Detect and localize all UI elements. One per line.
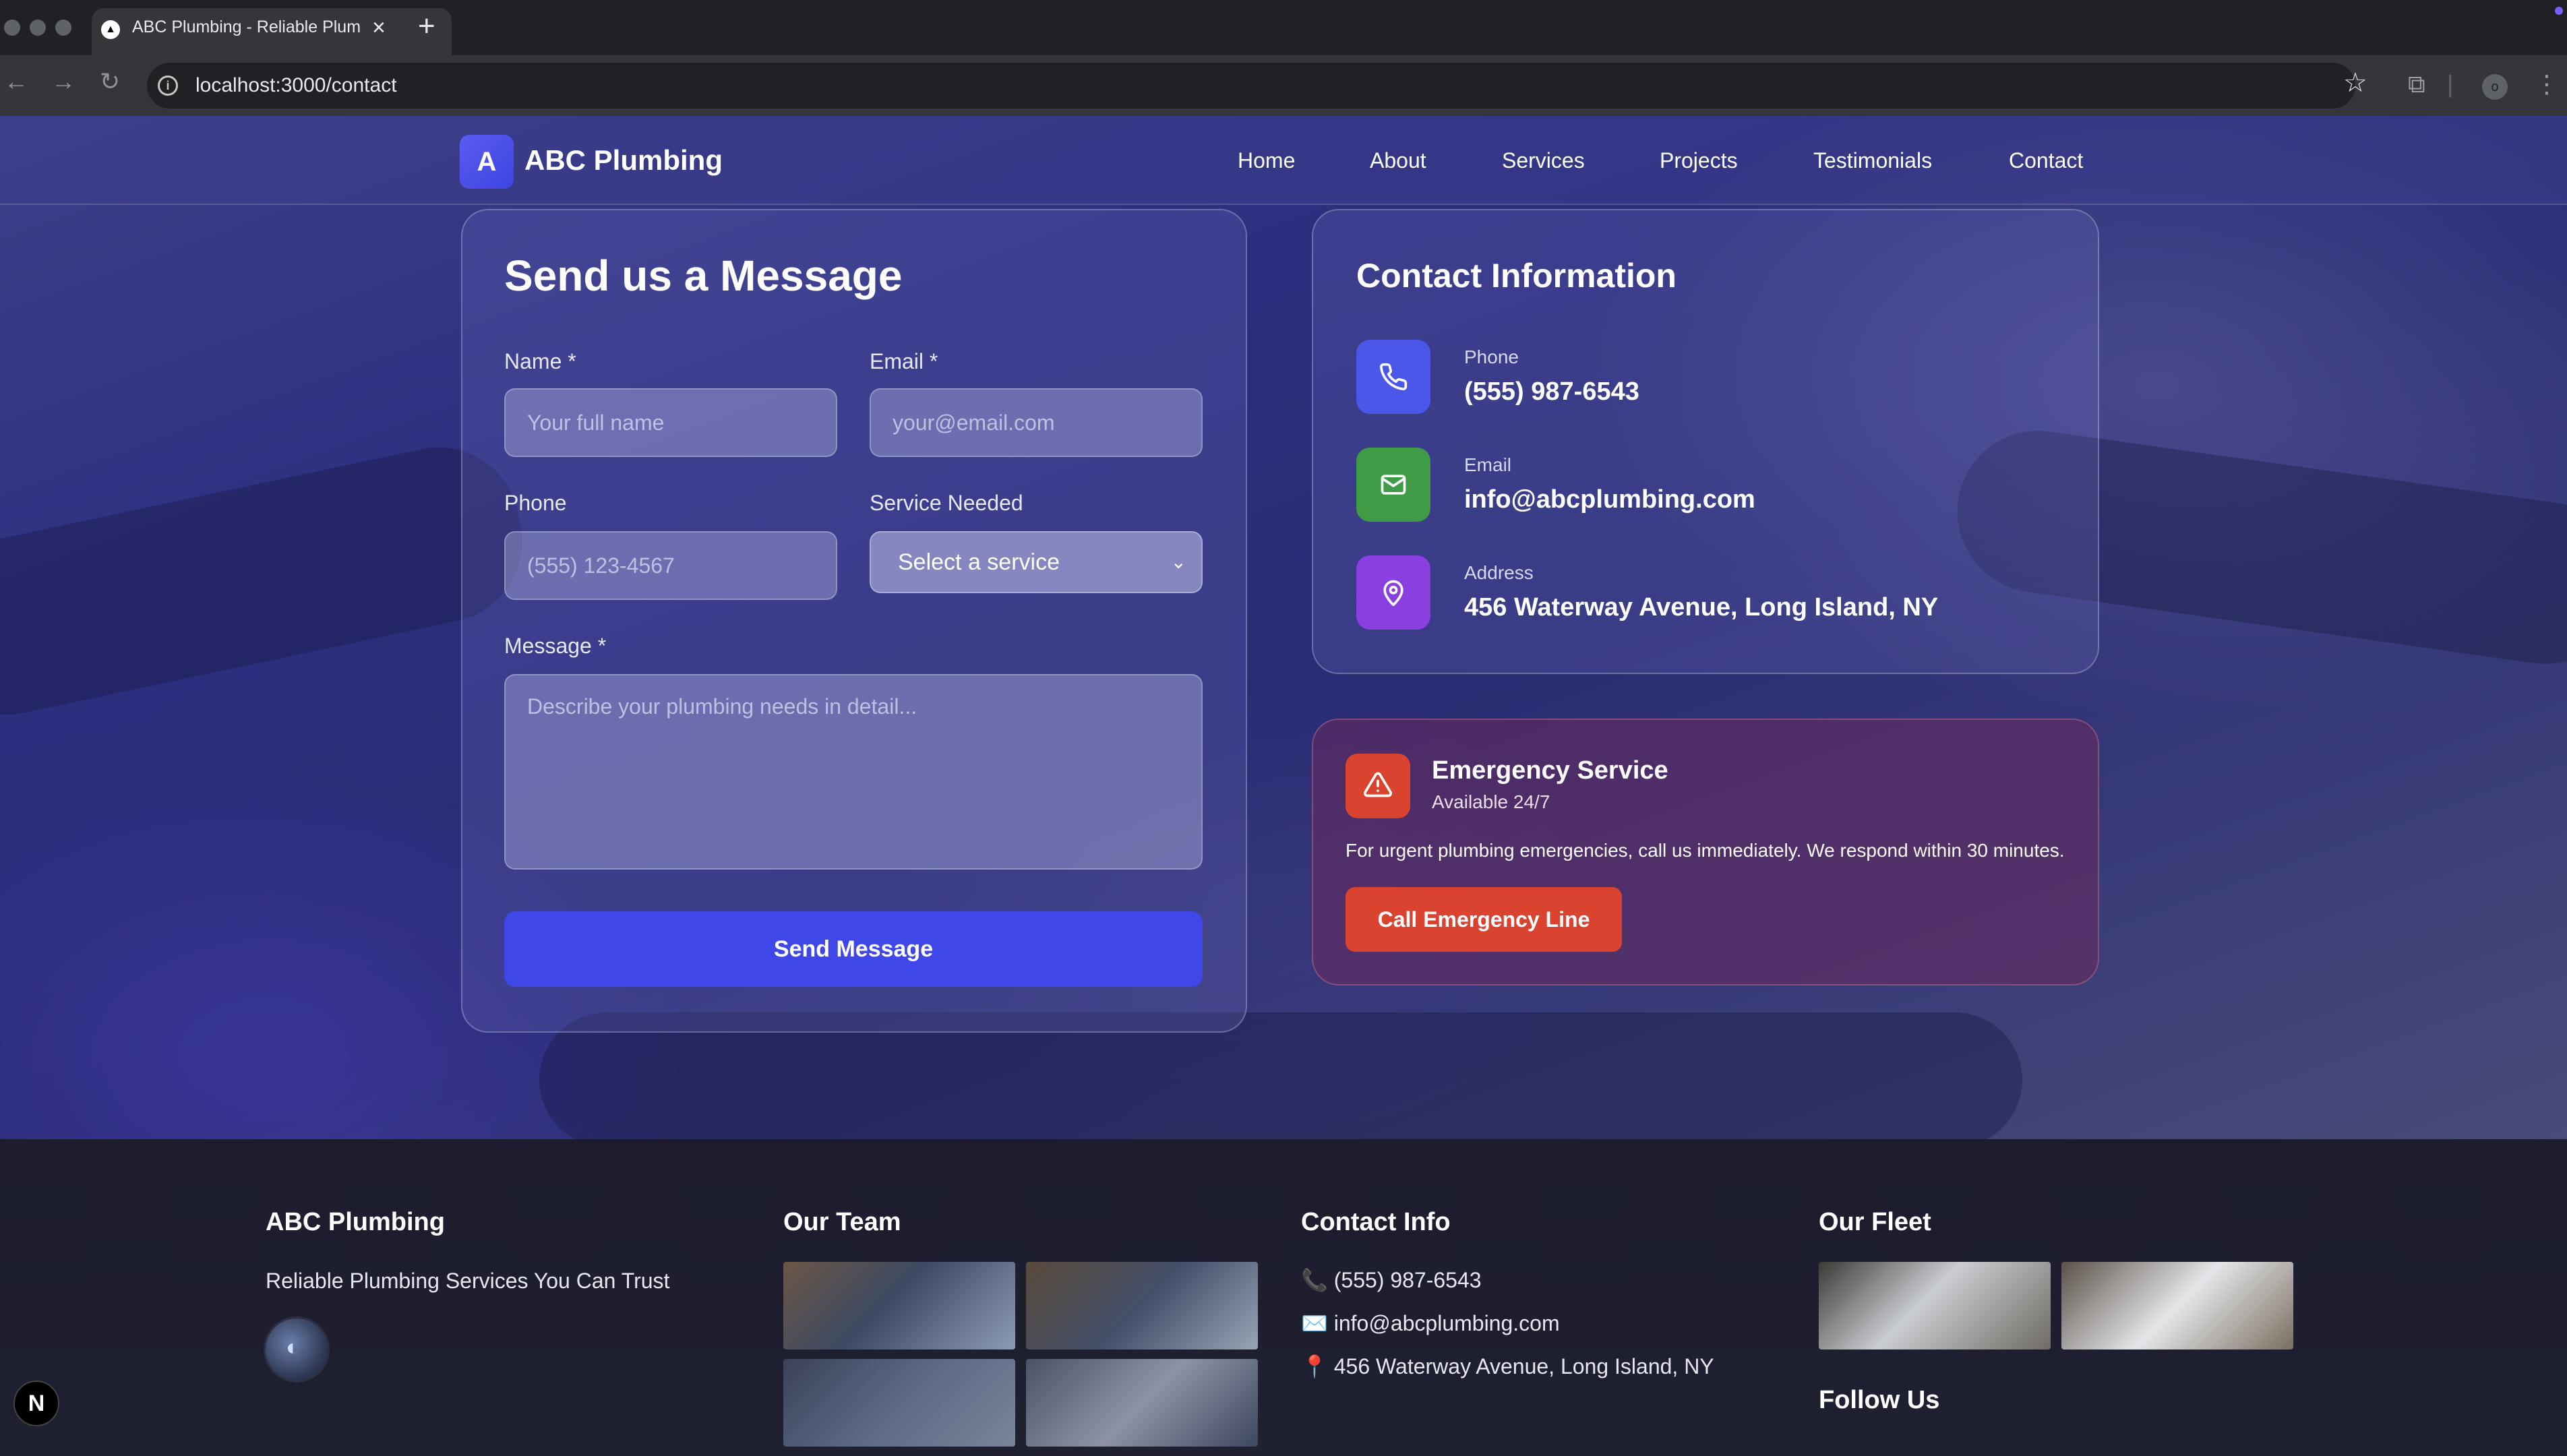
footer-address: 📍 456 Waterway Avenue, Long Island, NY <box>1301 1354 1714 1378</box>
dev-tools-badge-icon[interactable]: N <box>13 1381 59 1426</box>
footer-fleet-title: Our Fleet <box>1819 1208 1931 1236</box>
hero-background <box>0 116 2567 1147</box>
tab-close-icon[interactable]: × <box>372 15 386 41</box>
nav-contact[interactable]: Contact <box>2009 148 2083 173</box>
footer-team-title: Our Team <box>783 1208 901 1236</box>
back-arrow-icon[interactable]: ← <box>4 67 28 96</box>
email-info-label: Email <box>1464 454 1512 475</box>
menu-kebab-icon[interactable]: ⋮ <box>2535 70 2559 98</box>
nav-services[interactable]: Services <box>1502 148 1585 173</box>
window-maximize-dot[interactable] <box>55 20 71 36</box>
chevron-down-icon: ⌄ <box>1170 551 1186 572</box>
new-tab-icon[interactable]: + <box>418 9 435 43</box>
address-info-label: Address <box>1464 562 1534 583</box>
email-input[interactable]: your@email.com <box>870 388 1203 457</box>
footer-phone[interactable]: 📞 (555) 987-6543 <box>1301 1267 1482 1293</box>
logo-text[interactable]: ABC Plumbing <box>524 144 723 177</box>
team-photo <box>783 1262 1015 1349</box>
emergency-text: For urgent plumbing emergencies, call us… <box>1346 840 2065 861</box>
call-emergency-button[interactable]: Call Emergency Line <box>1346 887 1622 952</box>
footer-contact-title: Contact Info <box>1301 1208 1451 1236</box>
phone-icon <box>1356 340 1430 414</box>
service-label: Service Needed <box>870 491 1023 515</box>
site-info-icon[interactable]: i <box>158 75 178 96</box>
fleet-photo <box>2061 1262 2293 1349</box>
message-label: Message * <box>504 634 607 658</box>
fleet-photo <box>1819 1262 2051 1349</box>
send-message-button[interactable]: Send Message <box>504 911 1203 987</box>
background-pipe <box>539 1012 2022 1147</box>
toolbar-divider: | <box>2447 70 2454 98</box>
warning-triangle-icon <box>1346 754 1410 818</box>
phone-label: Phone <box>504 491 567 515</box>
address-info-value: 456 Waterway Avenue, Long Island, NY <box>1464 593 1939 621</box>
extension-dot-icon <box>2555 7 2563 15</box>
tab-title: ABC Plumbing - Reliable Plumbing Service… <box>132 18 360 36</box>
bookmark-star-icon[interactable]: ☆ <box>2343 67 2367 98</box>
phone-input[interactable]: (555) 123-4567 <box>504 531 837 600</box>
mail-icon <box>1356 448 1430 522</box>
message-textarea[interactable]: Describe your plumbing needs in detail..… <box>504 674 1203 870</box>
name-label: Name * <box>504 349 576 373</box>
form-title: Send us a Message <box>504 251 903 300</box>
footer-email[interactable]: ✉️ info@abcplumbing.com <box>1301 1310 1560 1336</box>
phone-info-value[interactable]: (555) 987-6543 <box>1464 377 1639 406</box>
team-photo <box>1026 1359 1258 1447</box>
reload-icon[interactable]: ↻ <box>100 67 120 96</box>
team-photo <box>783 1359 1015 1447</box>
nav-home[interactable]: Home <box>1238 148 1295 173</box>
team-photo <box>1026 1262 1258 1349</box>
nav-testimonials[interactable]: Testimonials <box>1813 148 1932 173</box>
logo-badge[interactable]: A <box>460 135 514 189</box>
footer-brand: ABC Plumbing <box>266 1208 445 1236</box>
window-minimize-dot[interactable] <box>30 20 46 36</box>
window-close-dot[interactable] <box>4 20 20 36</box>
footer-follow-title: Follow Us <box>1819 1386 1940 1414</box>
email-info-value[interactable]: info@abcplumbing.com <box>1464 485 1755 514</box>
phone-info-label: Phone <box>1464 346 1519 367</box>
service-select[interactable]: Select a service ⌄ <box>870 531 1203 593</box>
contact-info-title: Contact Information <box>1356 257 1677 295</box>
service-select-value: Select a service <box>898 549 1060 575</box>
emergency-subtitle: Available 24/7 <box>1432 791 1550 812</box>
profile-avatar-icon[interactable]: o <box>2482 74 2508 100</box>
url-text[interactable]: localhost:3000/contact <box>195 74 397 97</box>
map-pin-icon <box>1356 555 1430 630</box>
tab-search-icon[interactable]: ⧉ <box>2408 70 2425 99</box>
nav-projects[interactable]: Projects <box>1660 148 1738 173</box>
forward-arrow-icon[interactable]: → <box>51 67 76 96</box>
name-input[interactable]: Your full name <box>504 388 837 457</box>
tab-favicon-icon: ▲ <box>101 20 120 39</box>
email-label: Email * <box>870 349 938 373</box>
address-bar[interactable] <box>147 63 2355 109</box>
social-avatar-icon[interactable]: ◐ <box>266 1318 328 1381</box>
nav-about[interactable]: About <box>1370 148 1426 173</box>
contact-form-card <box>461 209 1247 1033</box>
background-pipe <box>0 432 538 730</box>
footer-tagline: Reliable Plumbing Services You Can Trust <box>266 1269 670 1293</box>
emergency-title: Emergency Service <box>1432 756 1668 785</box>
